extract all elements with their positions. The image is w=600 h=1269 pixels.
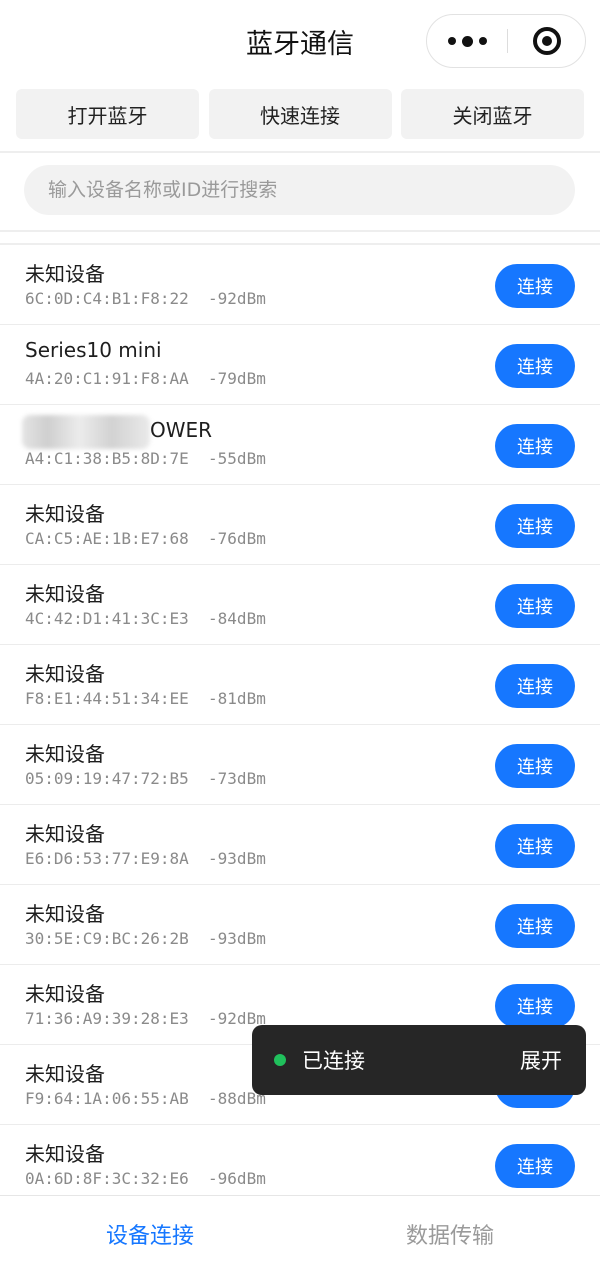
- device-name: 未知设备: [25, 982, 105, 1006]
- device-name: 未知设备: [25, 1062, 105, 1086]
- mini-program-capsule: [426, 14, 586, 68]
- connect-button[interactable]: 连接: [495, 424, 575, 468]
- search-input[interactable]: [46, 178, 575, 202]
- device-name: 未知设备: [25, 822, 105, 846]
- device-name: 未知设备: [25, 1142, 105, 1166]
- device-rssi: -93dBm: [208, 849, 266, 868]
- divider: [0, 151, 600, 153]
- quick-connect-button[interactable]: 快速连接: [208, 89, 392, 139]
- device-rssi: -73dBm: [208, 769, 266, 788]
- device-mac: 6C:0D:C4:B1:F8:22: [25, 289, 189, 308]
- connect-button[interactable]: 连接: [495, 264, 575, 308]
- device-info: 6C:0D:C4:B1:F8:22 -92dBm: [25, 289, 266, 308]
- device-info: F8:E1:44:51:34:EE -81dBm: [25, 689, 266, 708]
- tab-data-transfer[interactable]: 数据传输: [300, 1218, 600, 1250]
- device-mac: F9:64:1A:06:55:AB: [25, 1089, 189, 1108]
- device-info: A4:C1:38:B5:8D:7E -55dBm: [25, 449, 266, 468]
- toast-status: 已连接: [302, 1049, 365, 1073]
- device-rssi: -76dBm: [208, 529, 266, 548]
- device-rssi: -81dBm: [208, 689, 266, 708]
- toast-expand-button[interactable]: 展开: [520, 1045, 562, 1075]
- device-mac: 0A:6D:8F:3C:32:E6: [25, 1169, 189, 1188]
- device-mac: 4A:20:C1:91:F8:AA: [25, 369, 189, 388]
- device-name: Series10 mini: [25, 338, 162, 362]
- close-bluetooth-button[interactable]: 关闭蓝牙: [401, 89, 584, 139]
- device-row: 未知设备 05:09:19:47:72:B5 -73dBm 连接: [0, 725, 600, 805]
- connect-button[interactable]: 连接: [495, 904, 575, 948]
- device-mac: 05:09:19:47:72:B5: [25, 769, 189, 788]
- device-row: 未知设备 F8:E1:44:51:34:EE -81dBm 连接: [0, 645, 600, 725]
- connect-button[interactable]: 连接: [495, 344, 575, 388]
- device-name: OWER: [150, 418, 213, 442]
- device-mac: 30:5E:C9:BC:26:2B: [25, 929, 189, 948]
- tab-device-connect[interactable]: 设备连接: [0, 1218, 300, 1250]
- device-row: 未知设备 4C:42:D1:41:3C:E3 -84dBm 连接: [0, 565, 600, 645]
- connect-button[interactable]: 连接: [495, 824, 575, 868]
- connection-toast: 已连接 展开: [252, 1025, 586, 1095]
- device-mac: CA:C5:AE:1B:E7:68: [25, 529, 189, 548]
- tab-bar: 设备连接 数据传输: [0, 1195, 600, 1269]
- device-mac: E6:D6:53:77:E9:8A: [25, 849, 189, 868]
- device-rssi: -55dBm: [208, 449, 266, 468]
- search-bar[interactable]: [24, 165, 575, 215]
- device-rssi: -93dBm: [208, 929, 266, 948]
- device-row: OWER A4:C1:38:B5:8D:7E -55dBm 连接: [0, 405, 600, 485]
- device-rssi: -92dBm: [208, 289, 266, 308]
- bluetooth-toolbar: 打开蓝牙 快速连接 关闭蓝牙: [16, 89, 584, 139]
- connect-button[interactable]: 连接: [495, 744, 575, 788]
- connect-button[interactable]: 连接: [495, 1144, 575, 1188]
- connect-button[interactable]: 连接: [495, 504, 575, 548]
- device-row: 未知设备 30:5E:C9:BC:26:2B -93dBm 连接: [0, 885, 600, 965]
- device-row: 未知设备 0A:6D:8F:3C:32:E6 -96dBm 连接: [0, 1125, 600, 1205]
- device-info: CA:C5:AE:1B:E7:68 -76dBm: [25, 529, 266, 548]
- divider: [0, 230, 600, 232]
- device-row: 未知设备 CA:C5:AE:1B:E7:68 -76dBm 连接: [0, 485, 600, 565]
- device-row: 未知设备 6C:0D:C4:B1:F8:22 -92dBm 连接: [0, 245, 600, 325]
- device-mac: F8:E1:44:51:34:EE: [25, 689, 189, 708]
- device-mac: 71:36:A9:39:28:E3: [25, 1009, 189, 1028]
- device-info: F9:64:1A:06:55:AB -88dBm: [25, 1089, 266, 1108]
- device-rssi: -79dBm: [208, 369, 266, 388]
- device-rssi: -84dBm: [208, 609, 266, 628]
- open-bluetooth-button[interactable]: 打开蓝牙: [16, 89, 199, 139]
- target-circle-icon[interactable]: [507, 15, 587, 67]
- device-info: 4A:20:C1:91:F8:AA -79dBm: [25, 369, 266, 388]
- device-mac: 4C:42:D1:41:3C:E3: [25, 609, 189, 628]
- connect-button[interactable]: 连接: [495, 584, 575, 628]
- redacted-name-blur: [22, 415, 150, 449]
- device-row: 未知设备 E6:D6:53:77:E9:8A -93dBm 连接: [0, 805, 600, 885]
- device-name: 未知设备: [25, 262, 105, 286]
- connect-button[interactable]: 连接: [495, 664, 575, 708]
- device-info: 71:36:A9:39:28:E3 -92dBm: [25, 1009, 266, 1028]
- device-info: 30:5E:C9:BC:26:2B -93dBm: [25, 929, 266, 948]
- device-info: 4C:42:D1:41:3C:E3 -84dBm: [25, 609, 266, 628]
- device-info: 0A:6D:8F:3C:32:E6 -96dBm: [25, 1169, 266, 1188]
- more-dots-icon[interactable]: [427, 15, 507, 67]
- device-name: 未知设备: [25, 742, 105, 766]
- device-name: 未知设备: [25, 582, 105, 606]
- device-rssi: -96dBm: [208, 1169, 266, 1188]
- device-row: Series10 mini 4A:20:C1:91:F8:AA -79dBm 连接: [0, 325, 600, 405]
- device-mac: A4:C1:38:B5:8D:7E: [25, 449, 189, 468]
- device-name: 未知设备: [25, 662, 105, 686]
- device-name: 未知设备: [25, 902, 105, 926]
- nav-bar: 蓝牙通信: [0, 0, 600, 84]
- status-dot-icon: [274, 1054, 286, 1066]
- device-info: 05:09:19:47:72:B5 -73dBm: [25, 769, 266, 788]
- connect-button[interactable]: 连接: [495, 984, 575, 1028]
- device-name: 未知设备: [25, 502, 105, 526]
- device-info: E6:D6:53:77:E9:8A -93dBm: [25, 849, 266, 868]
